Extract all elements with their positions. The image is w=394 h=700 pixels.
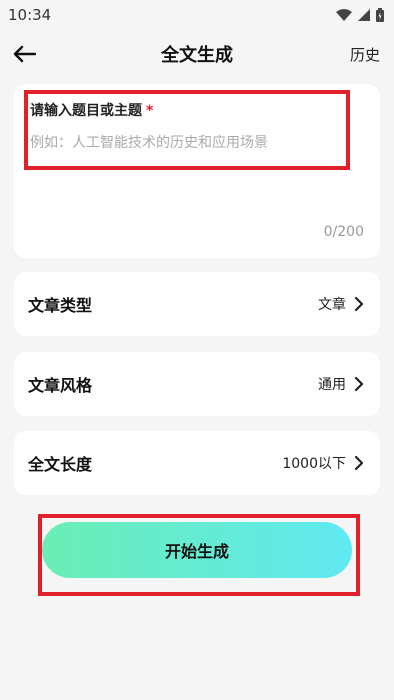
wifi-icon [336,9,352,21]
status-bar: 10:34 [0,0,394,30]
option-label: 文章类型 [28,296,93,315]
start-generate-button[interactable]: 开始生成 [42,522,352,578]
battery-icon [376,8,384,22]
arrow-left-icon [13,45,36,63]
option-article-length[interactable]: 全文长度 1000以下 [14,431,380,495]
signal-icon [358,9,370,21]
option-value: 1000以下 [282,456,346,472]
chevron-right-icon [354,455,364,471]
history-button[interactable]: 历史 [350,44,380,65]
topic-label: 请输入题目或主题 * [30,100,153,120]
page-title: 全文生成 [161,45,233,66]
option-value-group: 文章 [318,294,364,314]
option-article-style[interactable]: 文章风格 通用 [14,352,380,416]
option-label: 文章风格 [28,376,93,395]
back-button[interactable] [10,40,38,68]
option-article-type[interactable]: 文章类型 文章 [14,272,380,336]
option-label: 全文长度 [28,455,93,474]
required-mark: * [146,103,154,119]
option-value-group: 1000以下 [282,453,364,473]
topic-label-text: 请输入题目或主题 [30,103,142,119]
option-value-group: 通用 [318,374,364,394]
status-icons [336,8,384,22]
chevron-right-icon [354,296,364,312]
chevron-right-icon [354,376,364,392]
option-value: 通用 [318,377,346,393]
option-value: 文章 [318,297,346,313]
status-time: 10:34 [8,6,52,24]
char-count: 0/200 [323,224,364,240]
app-header: 全文生成 历史 [0,30,394,78]
topic-input[interactable] [30,132,340,154]
